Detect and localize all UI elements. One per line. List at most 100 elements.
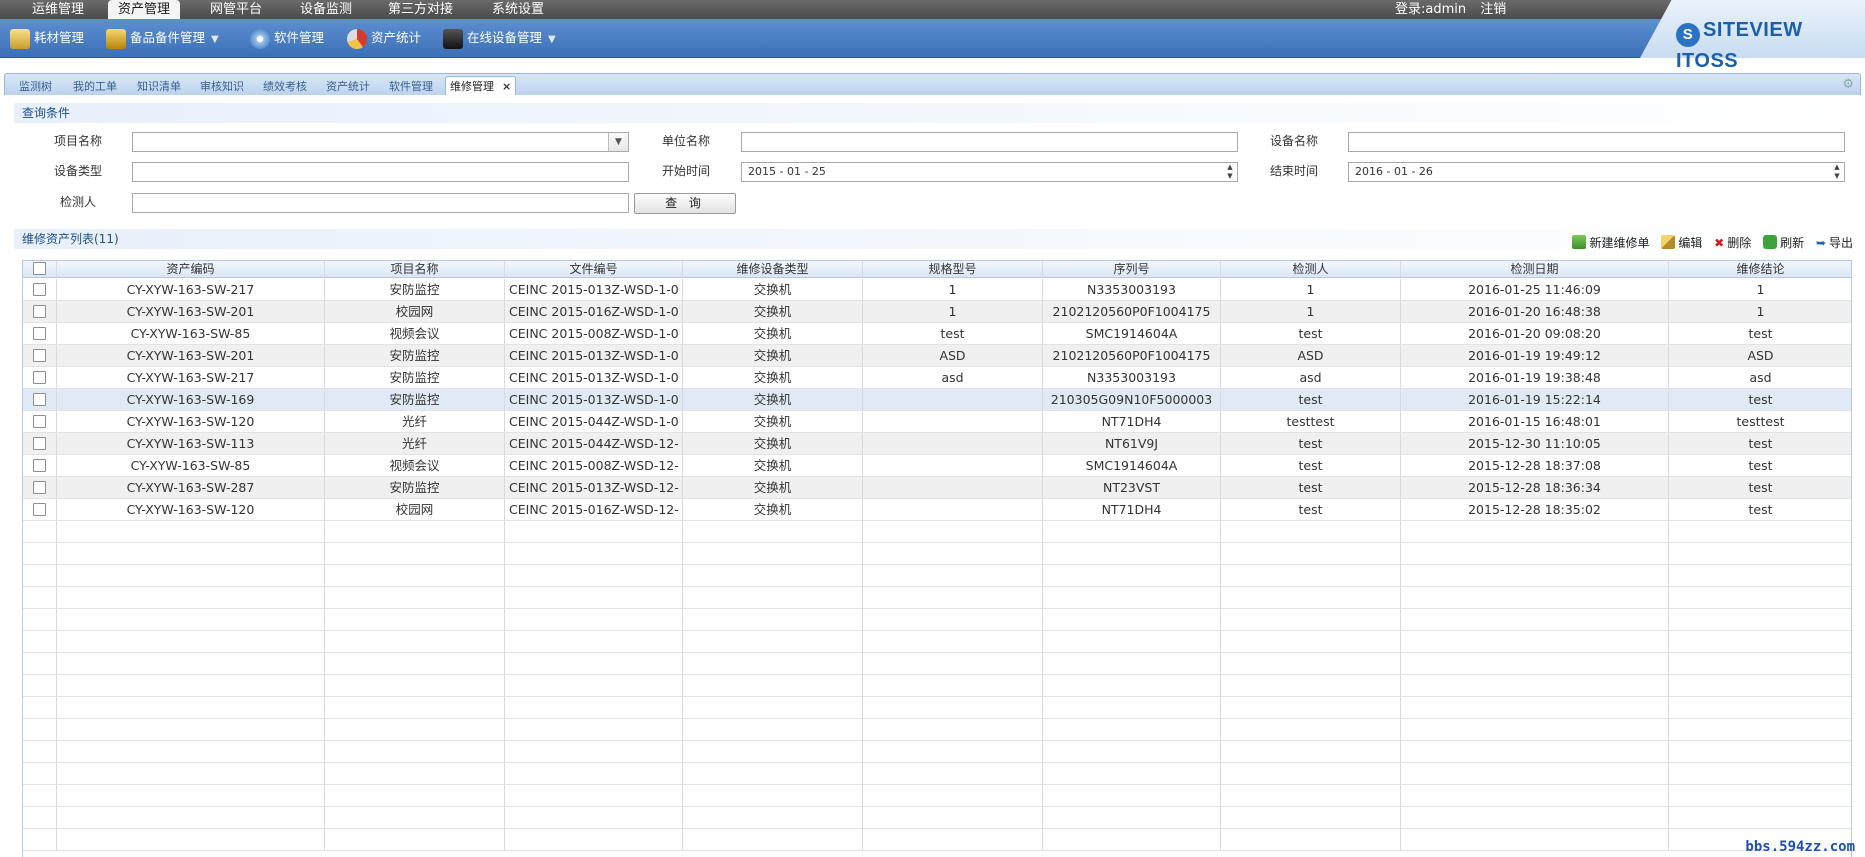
row-checkbox[interactable] bbox=[33, 415, 46, 428]
tab-asset-stats[interactable]: 资产统计 bbox=[322, 77, 374, 96]
cell-file-number: CEINC 2015-013Z-WSD-1-0 bbox=[505, 367, 683, 388]
export-button[interactable]: ➥ 导出 bbox=[1816, 236, 1853, 250]
table-row[interactable]: CY-XYW-163-SW-169 安防监控 CEINC 2015-013Z-WSD… bbox=[23, 389, 1851, 411]
row-checkbox[interactable] bbox=[33, 327, 46, 340]
row-checkbox[interactable] bbox=[33, 283, 46, 296]
empty-cell bbox=[1221, 609, 1401, 630]
menu-device-monitor[interactable]: 设备监测 bbox=[290, 0, 362, 19]
toolbar-consumables[interactable]: 耗材管理 bbox=[10, 27, 84, 49]
cell-inspector: 1 bbox=[1221, 279, 1401, 300]
tab-my-workorders[interactable]: 我的工单 bbox=[69, 77, 121, 96]
toolbar-software[interactable]: 软件管理 bbox=[250, 27, 324, 49]
table-row[interactable]: CY-XYW-163-SW-85 视频会议 CEINC 2015-008Z-WSD-… bbox=[23, 455, 1851, 477]
cell-inspect-date: 2016-01-20 09:08:20 bbox=[1401, 323, 1669, 344]
cell-inspect-date: 2016-01-15 16:48:01 bbox=[1401, 411, 1669, 432]
row-checkbox[interactable] bbox=[33, 305, 46, 318]
row-checkbox[interactable] bbox=[33, 371, 46, 384]
empty-cell bbox=[1221, 675, 1401, 696]
table-row[interactable]: CY-XYW-163-SW-201 安防监控 CEINC 2015-013Z-WSD… bbox=[23, 345, 1851, 367]
unit-name-input[interactable] bbox=[741, 132, 1238, 152]
empty-cell bbox=[1669, 653, 1851, 674]
empty-cell bbox=[325, 719, 505, 740]
empty-cell bbox=[23, 741, 57, 762]
row-checkbox[interactable] bbox=[33, 393, 46, 406]
toolbar-asset-stats[interactable]: 资产统计 bbox=[347, 27, 421, 49]
end-time-field[interactable]: 2016 - 01 - 26 ▲ ▼ bbox=[1348, 162, 1845, 182]
table-row-empty bbox=[23, 609, 1851, 631]
menu-ops[interactable]: 运维管理 bbox=[22, 0, 94, 19]
login-user: 登录:admin bbox=[1395, 2, 1467, 17]
empty-cell bbox=[1043, 719, 1221, 740]
inspector-label: 检测人 bbox=[59, 195, 96, 209]
close-icon[interactable]: × bbox=[502, 80, 511, 93]
menu-network[interactable]: 网管平台 bbox=[200, 0, 272, 19]
logout-link[interactable]: 注销 bbox=[1480, 2, 1506, 17]
cell-model bbox=[863, 411, 1043, 432]
table-row[interactable]: CY-XYW-163-SW-201 校园网 CEINC 2015-016Z-WSD-… bbox=[23, 301, 1851, 323]
device-type-input[interactable] bbox=[132, 162, 629, 182]
unit-name-label: 单位名称 bbox=[661, 134, 710, 148]
select-all-checkbox[interactable] bbox=[23, 261, 57, 277]
checkbox[interactable] bbox=[33, 262, 46, 275]
empty-cell bbox=[57, 675, 325, 696]
cell-inspect-date: 2015-12-28 18:35:02 bbox=[1401, 499, 1669, 520]
table-row[interactable]: CY-XYW-163-SW-287 安防监控 CEINC 2015-013Z-WSD… bbox=[23, 477, 1851, 499]
row-checkbox[interactable] bbox=[33, 481, 46, 494]
table-row[interactable]: CY-XYW-163-SW-120 光纤 CEINC 2015-044Z-WSD-1… bbox=[23, 411, 1851, 433]
project-name-select[interactable]: ▼ bbox=[132, 132, 629, 152]
empty-cell bbox=[23, 697, 57, 718]
spinner-icon[interactable]: ▲ ▼ bbox=[1830, 163, 1844, 181]
menu-asset[interactable]: 资产管理 bbox=[108, 0, 181, 19]
menu-system-settings[interactable]: 系统设置 bbox=[482, 0, 554, 19]
table-row[interactable]: CY-XYW-163-SW-217 安防监控 CEINC 2015-013Z-WSD… bbox=[23, 279, 1851, 301]
cell-inspector: asd bbox=[1221, 367, 1401, 388]
empty-cell bbox=[325, 741, 505, 762]
add-icon bbox=[1572, 235, 1587, 249]
cell-project-name: 安防监控 bbox=[325, 279, 505, 300]
menu-third-party[interactable]: 第三方对接 bbox=[378, 0, 463, 19]
table-row[interactable]: CY-XYW-163-SW-85 视频会议 CEINC 2015-008Z-WSD-… bbox=[23, 323, 1851, 345]
cell-device-type: 交换机 bbox=[683, 345, 863, 366]
cell-conclusion: test bbox=[1669, 455, 1851, 476]
tab-review-knowledge[interactable]: 审核知识 bbox=[196, 77, 248, 96]
cell-asset-code: CY-XYW-163-SW-201 bbox=[57, 301, 325, 322]
edit-button[interactable]: 编辑 bbox=[1661, 235, 1702, 250]
empty-cell bbox=[1669, 565, 1851, 586]
tab-monitor-tree[interactable]: 监测树 bbox=[15, 77, 56, 96]
tab-performance[interactable]: 绩效考核 bbox=[259, 77, 311, 96]
row-checkbox[interactable] bbox=[33, 349, 46, 362]
gear-icon[interactable]: ⚙ bbox=[1842, 77, 1854, 92]
toolbar-consumables-label: 耗材管理 bbox=[34, 30, 85, 45]
tab-software[interactable]: 软件管理 bbox=[385, 77, 437, 96]
chevron-down-icon[interactable]: ▼ bbox=[211, 29, 219, 51]
table-row[interactable]: CY-XYW-163-SW-120 校园网 CEINC 2015-016Z-WSD-… bbox=[23, 499, 1851, 521]
start-time-field[interactable]: 2015 - 01 - 25 ▲ ▼ bbox=[741, 162, 1238, 182]
tab-knowledge-list[interactable]: 知识清单 bbox=[133, 77, 185, 96]
inspector-input[interactable] bbox=[132, 193, 629, 213]
cell-conclusion: test bbox=[1669, 433, 1851, 454]
device-name-input[interactable] bbox=[1348, 132, 1845, 152]
table-row[interactable]: CY-XYW-163-SW-113 光纤 CEINC 2015-044Z-WSD-1… bbox=[23, 433, 1851, 455]
delete-button[interactable]: ✖ 删除 bbox=[1714, 236, 1751, 250]
row-checkbox-cell bbox=[23, 433, 57, 454]
table-row[interactable]: CY-XYW-163-SW-217 安防监控 CEINC 2015-013Z-WSD… bbox=[23, 367, 1851, 389]
cell-asset-code: CY-XYW-163-SW-113 bbox=[57, 433, 325, 454]
search-button[interactable]: 查 询 bbox=[634, 193, 736, 214]
new-repair-button[interactable]: 新建维修单 bbox=[1572, 235, 1650, 250]
cell-asset-code: CY-XYW-163-SW-217 bbox=[57, 367, 325, 388]
chevron-down-icon[interactable]: ▼ bbox=[548, 29, 556, 51]
project-name-label: 项目名称 bbox=[53, 134, 102, 148]
siteview-logo: S SITEVIEW ITOSS bbox=[1676, 16, 1865, 72]
tab-repair-management[interactable]: 维修管理 × bbox=[445, 76, 517, 95]
chevron-down-icon[interactable]: ▼ bbox=[608, 133, 628, 151]
empty-cell bbox=[683, 521, 863, 542]
cell-file-number: CEINC 2015-044Z-WSD-1-0 bbox=[505, 411, 683, 432]
toolbar-online-devices[interactable]: 在线设备管理 ▼ bbox=[443, 27, 556, 49]
spinner-icon[interactable]: ▲ ▼ bbox=[1223, 163, 1237, 181]
row-checkbox[interactable] bbox=[33, 503, 46, 516]
toolbar-spare-parts[interactable]: 备品备件管理 ▼ bbox=[106, 27, 219, 49]
row-checkbox[interactable] bbox=[33, 437, 46, 450]
row-checkbox[interactable] bbox=[33, 459, 46, 472]
cell-device-type: 交换机 bbox=[683, 389, 863, 410]
refresh-button[interactable]: 刷新 bbox=[1763, 235, 1804, 250]
